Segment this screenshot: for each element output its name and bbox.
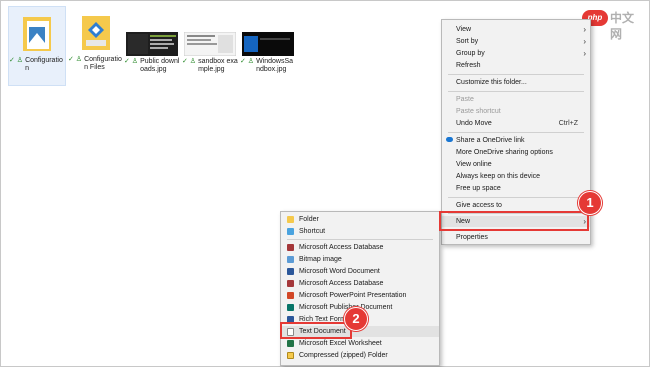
php-logo-text: 中文网: [610, 11, 635, 41]
word-icon: [287, 268, 294, 275]
highlight-box-new: [439, 211, 589, 231]
menu-item-view[interactable]: View ›: [442, 24, 590, 35]
submenu-item-folder[interactable]: Folder: [281, 214, 439, 225]
submenu-item-word-document[interactable]: Microsoft Word Document: [281, 266, 439, 277]
folder-icon: [287, 216, 294, 223]
menu-item-more-onedrive-sharing[interactable]: More OneDrive sharing options: [442, 147, 590, 158]
shortcut-text: Ctrl+Z: [558, 120, 578, 127]
menu-item-undo-move[interactable]: Undo Move Ctrl+Z: [442, 118, 590, 129]
file-name: WindowsSandbox.jpg: [256, 58, 294, 73]
callout-badge-1: 1: [578, 191, 602, 215]
menu-item-free-up-space[interactable]: Free up space: [442, 183, 590, 194]
access-icon: [287, 280, 294, 287]
callout-badge-2: 2: [344, 307, 368, 331]
bitmap-icon: [287, 256, 294, 263]
php-logo: php 中文网: [582, 10, 644, 41]
menu-separator: [448, 132, 584, 133]
submenu-item-access-database[interactable]: Microsoft Access Database: [281, 242, 439, 253]
submenu-item-access-database-2[interactable]: Microsoft Access Database: [281, 278, 439, 289]
menu-item-group-by[interactable]: Group by ›: [442, 48, 590, 59]
image-thumbnail: [242, 32, 294, 56]
menu-item-give-access[interactable]: Give access to›: [442, 200, 590, 211]
powerpoint-icon: [287, 292, 294, 299]
zip-icon: [287, 352, 294, 359]
sync-status-icon: ✓ ♙: [182, 58, 197, 65]
highlight-box-text-document: [280, 322, 352, 339]
folder-icon: [82, 16, 110, 50]
file-name: Public downloads.jpg: [140, 58, 180, 73]
menu-item-refresh[interactable]: Refresh: [442, 60, 590, 71]
chevron-right-icon: ›: [583, 37, 586, 46]
image-thumbnail: [184, 32, 236, 56]
publisher-icon: [287, 304, 294, 311]
file-item[interactable]: ✓ ♙ Configuration: [8, 6, 66, 86]
file-name: sandbox example.jpg: [198, 58, 238, 73]
excel-icon: [287, 340, 294, 347]
menu-item-view-online[interactable]: View online: [442, 159, 590, 170]
file-item[interactable]: ✓ ♙ sandbox example.jpg: [182, 6, 238, 84]
chevron-right-icon: ›: [583, 49, 586, 58]
new-submenu: Folder Shortcut Microsoft Access Databas…: [280, 211, 440, 366]
menu-item-properties[interactable]: Properties: [442, 232, 590, 243]
file-item[interactable]: ✓ ♙ Public downloads.jpg: [124, 6, 180, 84]
file-item[interactable]: ✓ ♙ Configuration Files: [68, 6, 124, 84]
access-icon: [287, 244, 294, 251]
menu-item-customize-folder[interactable]: Customize this folder...: [442, 77, 590, 88]
submenu-item-powerpoint[interactable]: Microsoft PowerPoint Presentation: [281, 290, 439, 301]
submenu-item-excel[interactable]: Microsoft Excel Worksheet: [281, 338, 439, 349]
menu-item-share-onedrive-link[interactable]: Share a OneDrive link: [442, 135, 590, 146]
sync-status-icon: ✓ ♙: [68, 56, 83, 63]
file-item[interactable]: ✓ ♙ WindowsSandbox.jpg: [240, 6, 296, 84]
image-thumbnail: [126, 32, 178, 56]
onedrive-cloud-icon: [446, 137, 453, 142]
menu-separator: [448, 91, 584, 92]
menu-separator: [287, 239, 433, 240]
file-name: Configuration Files: [84, 56, 122, 71]
submenu-item-shortcut[interactable]: Shortcut: [281, 226, 439, 237]
menu-item-paste-shortcut: Paste shortcut: [456, 108, 501, 115]
file-name: Configuration: [25, 57, 63, 72]
shortcut-icon: [287, 228, 294, 235]
sync-status-icon: ✓ ♙: [124, 58, 139, 65]
menu-separator: [448, 197, 584, 198]
sync-status-icon: ✓ ♙: [240, 58, 255, 65]
menu-separator: [448, 74, 584, 75]
menu-item-always-keep[interactable]: Always keep on this device: [442, 171, 590, 182]
chevron-right-icon: ›: [583, 25, 586, 34]
menu-item-paste: Paste: [456, 96, 474, 103]
submenu-item-bitmap-image[interactable]: Bitmap image: [281, 254, 439, 265]
sync-status-icon: ✓ ♙: [9, 57, 24, 64]
submenu-item-zip-folder[interactable]: Compressed (zipped) Folder: [281, 350, 439, 361]
folder-icon: [23, 17, 51, 51]
menu-item-sort-by[interactable]: Sort by ›: [442, 36, 590, 47]
